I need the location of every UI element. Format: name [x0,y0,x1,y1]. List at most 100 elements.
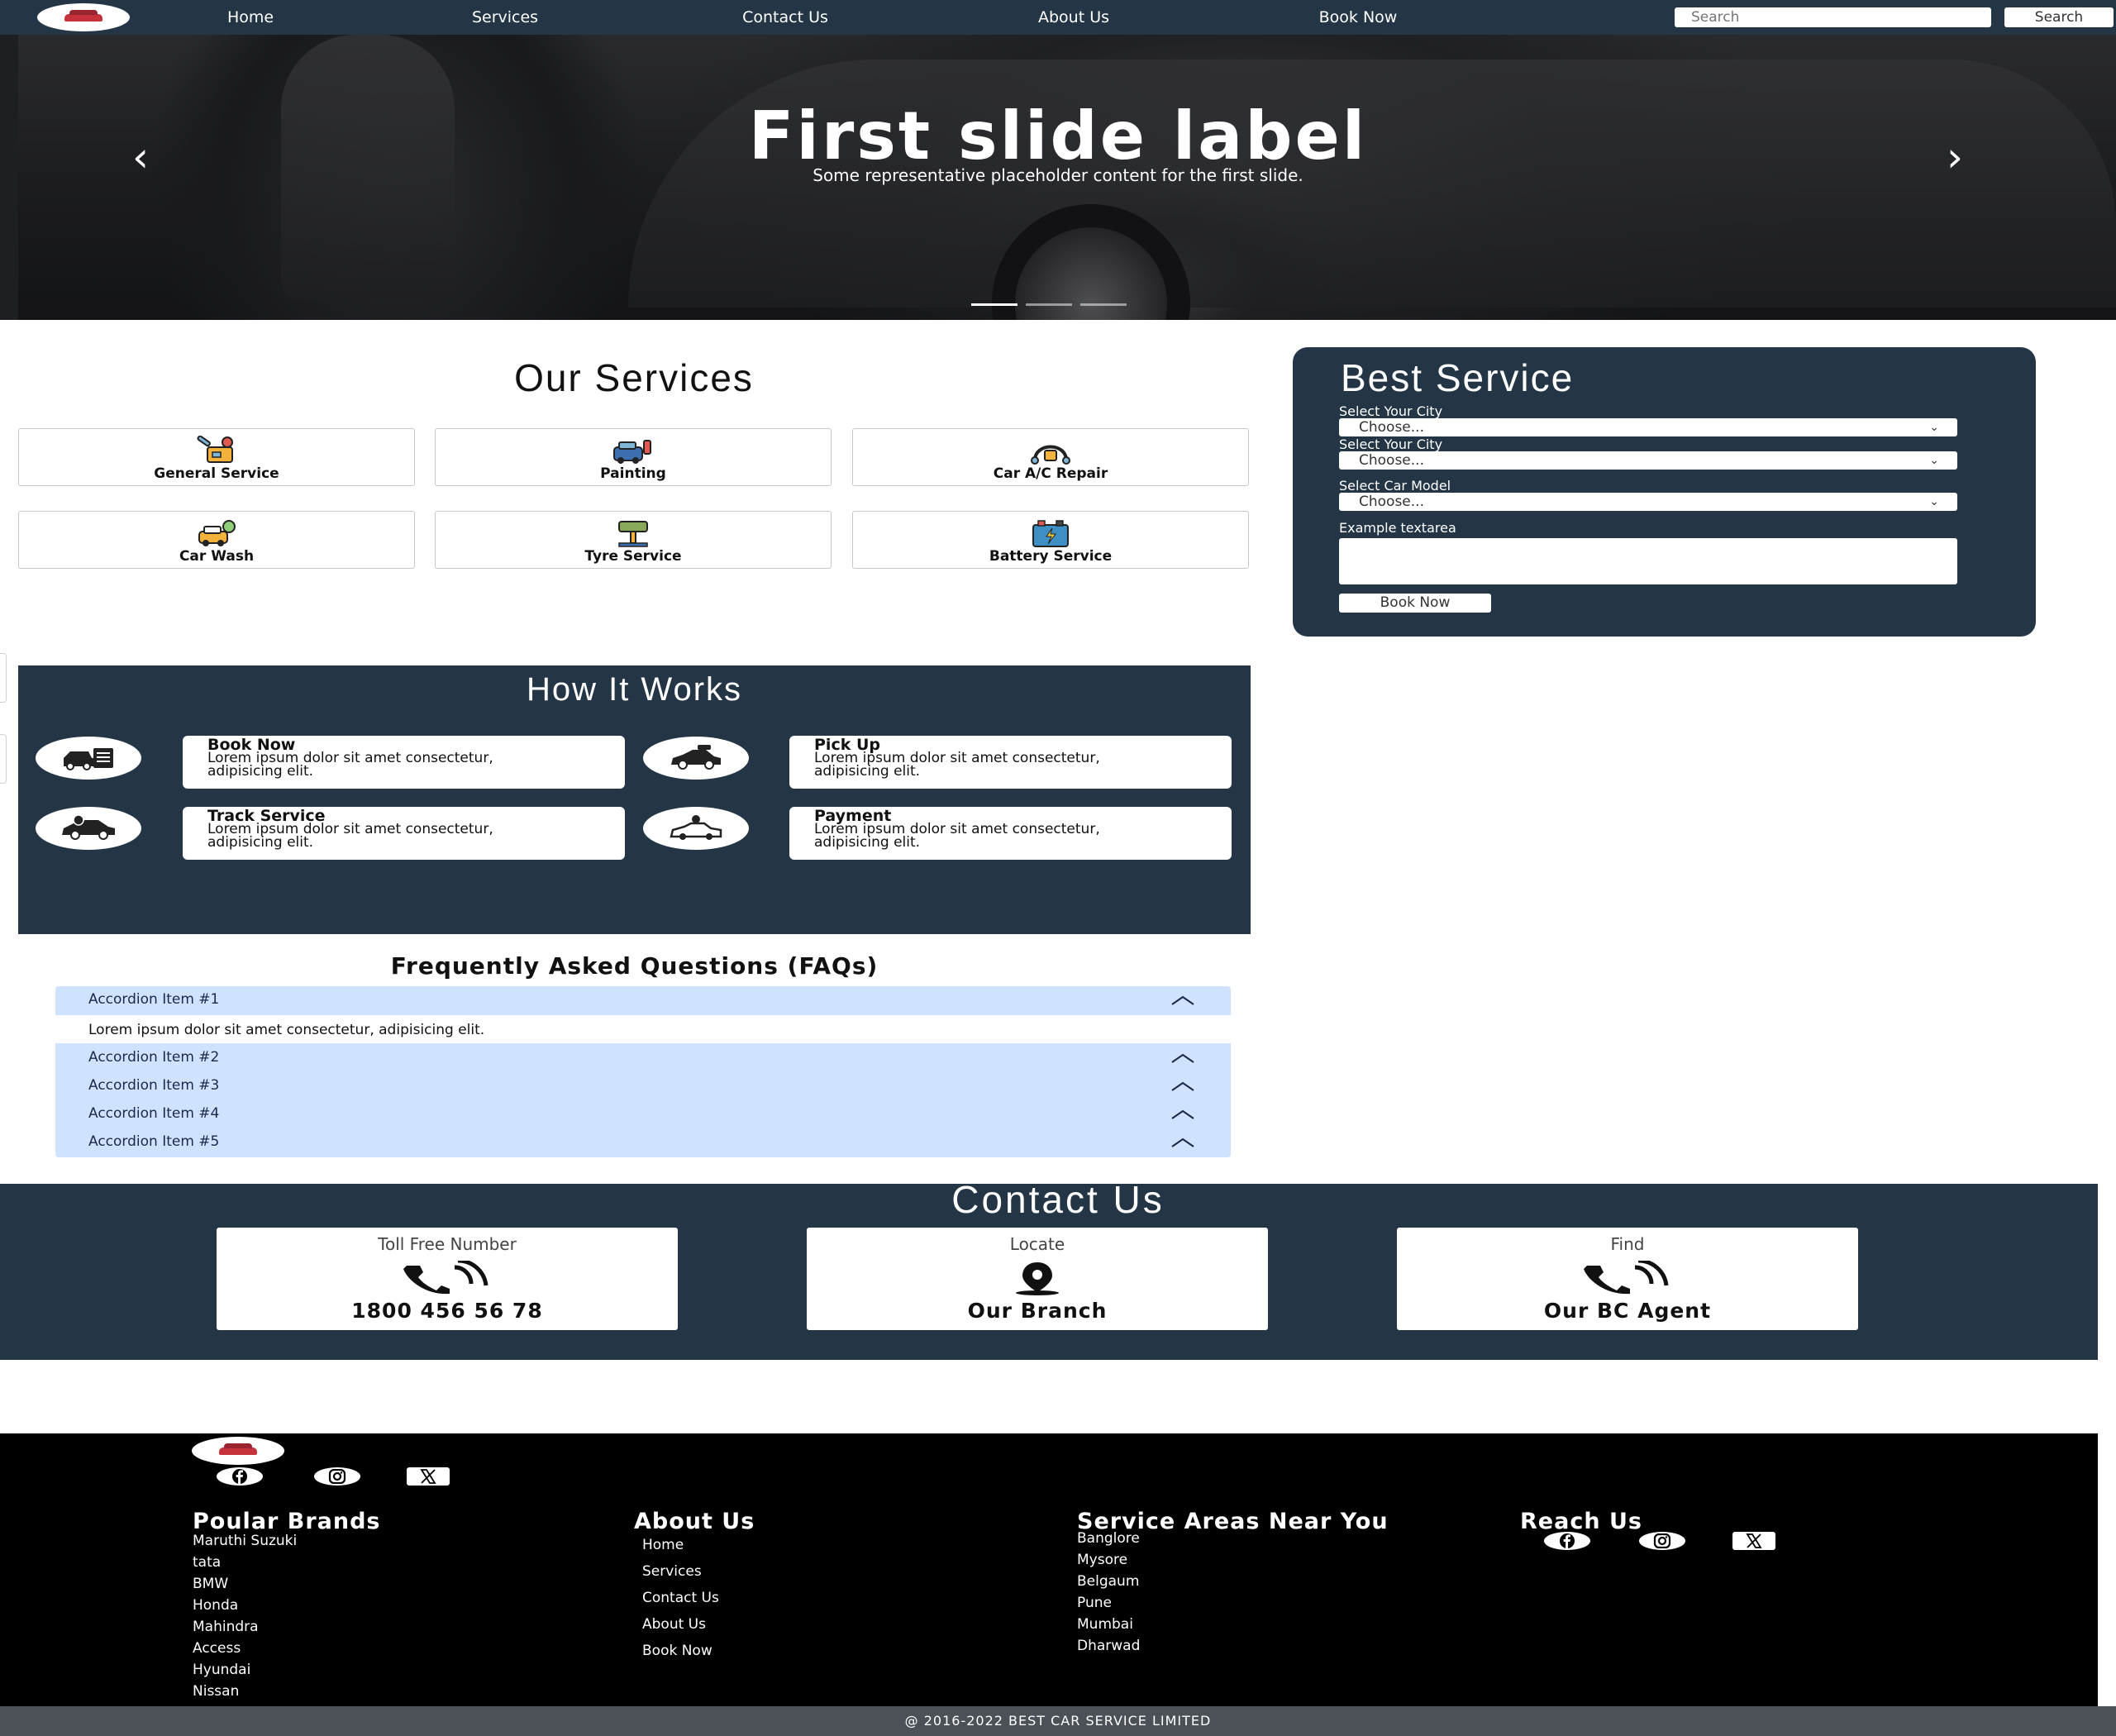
brand-link[interactable]: Access [193,1640,241,1657]
service-label: Car Wash [179,548,255,565]
step-card-payment: Payment Lorem ipsum dolor sit amet conse… [789,807,1232,860]
textarea-label: Example textarea [1339,520,1456,536]
service-card-battery-service[interactable]: Battery Service [852,511,1249,569]
copyright-bar: @ 2016-2022 BEST CAR SERVICE LIMITED [0,1706,2116,1736]
chevron-down-icon: ⌄ [1929,495,1939,508]
side-tab[interactable] [0,653,7,703]
nav-link-book-now[interactable]: Book Now [1275,0,1441,35]
footer-link-home[interactable]: Home [642,1537,684,1553]
contact-card-value: Our BC Agent [1543,1299,1712,1323]
brand-link[interactable]: Maruthi Suzuki [193,1533,297,1549]
footer-link-book-now[interactable]: Book Now [642,1643,712,1659]
ac-pipe-icon [1031,445,1070,465]
chevron-left-icon[interactable]: ‹ [116,132,165,182]
phone-icon [1584,1261,1669,1295]
map-pin-icon [1016,1262,1059,1295]
area-link[interactable]: Mumbai [1077,1616,1133,1633]
area-link[interactable]: Belgaum [1077,1573,1139,1590]
nav-link-services[interactable]: Services [422,0,588,35]
step-card-book-now: Book Now Lorem ipsum dolor sit amet cons… [183,736,625,789]
side-tab[interactable] [0,734,7,784]
service-card-general-service[interactable]: General Service [18,428,415,486]
chevron-up-icon[interactable] [1170,1108,1196,1121]
chevron-up-icon[interactable] [1170,1080,1196,1093]
x-icon[interactable] [407,1467,450,1486]
contact-card-toll-free[interactable]: Toll Free Number 1800 456 56 78 [217,1228,678,1330]
accordion-item-1[interactable]: Accordion Item #1 [88,991,219,1008]
car-model-select[interactable]: Choose... ⌄ [1339,493,1957,511]
brand-link[interactable]: BMW [193,1576,228,1592]
footer-link-about-us[interactable]: About Us [642,1616,706,1633]
nav-link-home[interactable]: Home [168,0,333,35]
accordion-item-3[interactable]: Accordion Item #3 [88,1077,219,1094]
paint-spray-icon [613,440,651,464]
service-label: Painting [600,465,666,482]
chevron-down-icon: ⌄ [1929,421,1939,434]
brand-link[interactable]: Mahindra [193,1619,259,1635]
nav-link-contact-us[interactable]: Contact Us [703,0,868,35]
instagram-icon[interactable] [1639,1532,1685,1550]
contact-card-value: 1800 456 56 78 [351,1299,543,1323]
car-location-icon [36,807,141,850]
chevron-up-icon[interactable] [1170,1136,1196,1149]
accordion-item-5[interactable]: Accordion Item #5 [88,1133,219,1150]
step-card-pick-up: Pick Up Lorem ipsum dolor sit amet conse… [789,736,1232,789]
brand-link[interactable]: Honda [193,1597,238,1614]
area-link[interactable]: Dharwad [1077,1638,1140,1654]
carousel-indicator-2[interactable] [1026,303,1072,306]
brand-link[interactable]: Nissan [193,1683,239,1700]
service-card-painting[interactable]: Painting [435,428,832,486]
contact-card-value: Our Branch [967,1299,1108,1323]
hero-caption: Some representative placeholder content … [813,165,1303,185]
service-card-car-wash[interactable]: Car Wash [18,511,415,569]
message-textarea[interactable] [1339,538,1957,584]
car-logo-icon [64,9,102,21]
brand-link[interactable]: Hyundai [193,1662,250,1678]
step-card-track-service: Track Service Lorem ipsum dolor sit amet… [183,807,625,860]
chevron-right-icon[interactable]: › [1930,132,1980,182]
service-label: Battery Service [989,548,1113,565]
city-select-2[interactable]: Choose... ⌄ [1339,451,1957,470]
search-input[interactable] [1675,7,1991,27]
tools-icon [197,436,233,463]
nav-link-about-us[interactable]: About Us [991,0,1156,35]
step-description: Lorem ipsum dolor sit amet consectetur, … [207,821,493,851]
area-link[interactable]: Pune [1077,1595,1112,1611]
service-card-tyre-service[interactable]: Tyre Service [435,511,832,569]
service-card-car-ac-repair[interactable]: Car A/C Repair [852,428,1249,486]
step-description: Lorem ipsum dolor sit amet consectetur, … [207,750,493,780]
car-booking-icon [36,737,141,780]
service-label: Tyre Service [584,548,682,565]
contact-card-locate[interactable]: Locate Our Branch [807,1228,1268,1330]
services-title: Our Services [514,356,754,399]
car-wash-icon [198,520,236,546]
accordion-item-4[interactable]: Accordion Item #4 [88,1105,219,1122]
footer-link-contact-us[interactable]: Contact Us [642,1590,719,1606]
footer-brand-logo[interactable] [192,1437,284,1465]
service-label: General Service [154,465,279,482]
city-select[interactable]: Choose... ⌄ [1339,418,1957,436]
x-icon[interactable] [1732,1532,1775,1550]
footer-link-services[interactable]: Services [642,1563,702,1580]
brand-link[interactable]: tata [193,1554,221,1571]
contact-card-find[interactable]: Find Our BC Agent [1397,1228,1858,1330]
car-pickup-icon [643,737,749,780]
accordion-item-2[interactable]: Accordion Item #2 [88,1049,219,1066]
carousel-indicator-1[interactable] [971,303,1017,306]
brand-logo[interactable] [37,3,130,31]
contact-card-head: Find [1610,1234,1645,1254]
chevron-up-icon[interactable] [1170,1052,1196,1065]
service-label: Car A/C Repair [993,465,1108,482]
chevron-up-icon[interactable] [1170,994,1196,1007]
area-link[interactable]: Banglore [1077,1530,1140,1547]
carousel-indicator-3[interactable] [1080,303,1127,306]
facebook-icon[interactable] [1544,1532,1590,1550]
footer-brands-title: Poular Brands [193,1509,381,1534]
facebook-icon[interactable] [217,1467,263,1486]
footer-reach-title: Reach Us [1520,1509,1642,1534]
instagram-icon[interactable] [314,1467,360,1486]
step-description: Lorem ipsum dolor sit amet consectetur, … [814,750,1100,780]
area-link[interactable]: Mysore [1077,1552,1127,1568]
book-now-button[interactable]: Book Now [1339,594,1491,613]
search-button[interactable]: Search [2004,7,2114,27]
